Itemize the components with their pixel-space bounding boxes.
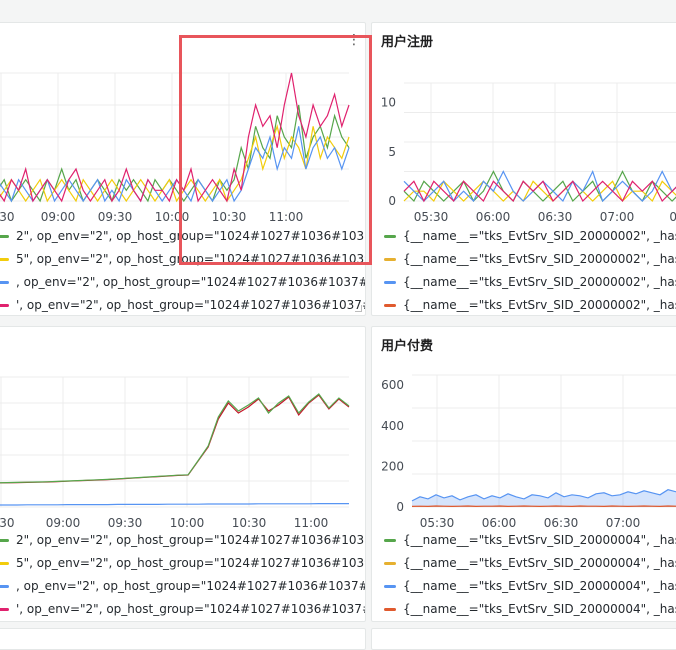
legend-swatch (0, 562, 9, 565)
legend-item[interactable]: , op_env="2", op_host_group="1024#1027#1… (0, 274, 366, 290)
legend-label: 2", op_env="2", op_host_group="1024#1027… (16, 533, 366, 547)
x-tick-label: 05:30 (414, 210, 449, 224)
chart-top-right: 05:30 06:00 06:30 07:00 07: 10 5 0 (372, 23, 676, 233)
panel-next-row-left (0, 628, 366, 650)
legend-label: , op_env="2", op_host_group="1024#1027#1… (16, 579, 366, 593)
legend-swatch (0, 304, 9, 307)
chart-top-left: 8:30 09:00 09:30 10:00 10:30 11:00 (0, 23, 365, 233)
legend-swatch (384, 539, 396, 542)
y-tick-label: 400 (381, 419, 404, 433)
legend-item[interactable]: {__name__="tks_EvtSrv_SID_20000004", _ha… (384, 532, 676, 548)
legend-swatch (384, 608, 396, 611)
legend-swatch (0, 281, 9, 284)
legend-label: ', op_env="2", op_host_group="1024#1027#… (16, 602, 366, 616)
legend-label: {__name__="tks_EvtSrv_SID_20000002", _ha… (403, 275, 676, 289)
x-tick-label: 06:30 (544, 516, 579, 530)
legend-item[interactable]: {__name__="tks_EvtSrv_SID_20000002", _ha… (384, 251, 676, 267)
x-tick-label: 05:30 (420, 516, 455, 530)
legend-swatch (0, 235, 9, 238)
legend-item[interactable]: 5", op_env="2", op_host_group="1024#1027… (0, 251, 366, 267)
x-tick-label: 06:00 (482, 516, 517, 530)
x-tick-label: 10:30 (212, 210, 247, 224)
legend-item[interactable]: , op_env="2", op_host_group="1024#1027#1… (0, 578, 366, 594)
legend-label: {__name__="tks_EvtSrv_SID_20000004", _ha… (403, 556, 676, 570)
legend-swatch (384, 562, 396, 565)
chart-bottom-right: 05:3006:0006:3007:0007:6004002000 (372, 327, 676, 537)
legend-label: , op_env="2", op_host_group="1024#1027#1… (16, 275, 366, 289)
legend-swatch (384, 281, 396, 284)
series-line (404, 172, 676, 202)
legend-item[interactable]: ', op_env="2", op_host_group="1024#1027#… (0, 601, 366, 617)
series-area (412, 489, 676, 507)
chart-bottom-left: 8:30 09:00 09:30 10:00 10:30 11:00 (0, 327, 365, 537)
legend-item[interactable]: ', op_env="2", op_host_group="1024#1027#… (0, 297, 366, 313)
series-line (0, 395, 349, 483)
legend-label: {__name__="tks_EvtSrv_SID_20000004", _ha… (403, 602, 676, 616)
x-tick-label: 10:00 (155, 210, 190, 224)
panel-bottom-left: 8:30 09:00 09:30 10:00 10:30 11:00 2", op_env… (0, 326, 366, 622)
series-line (404, 172, 676, 202)
y-tick-label: 5 (388, 145, 396, 159)
y-tick-label: 0 (388, 194, 396, 208)
y-tick-label: 10 (381, 96, 396, 110)
x-tick-label: 06:00 (476, 210, 511, 224)
x-tick-label: 09:00 (41, 210, 76, 224)
legend-swatch (0, 539, 9, 542)
legend-label: {__name__="tks_EvtSrv_SID_20000004", _ha… (403, 579, 676, 593)
legend-label: {__name__="tks_EvtSrv_SID_20000004", _ha… (403, 533, 676, 547)
legend-item[interactable]: 2", op_env="2", op_host_group="1024#1027… (0, 532, 366, 548)
legend-item[interactable]: {__name__="tks_EvtSrv_SID_20000002", _ha… (384, 297, 676, 313)
legend-item[interactable]: {__name__="tks_EvtSrv_SID_20000004", _ha… (384, 578, 676, 594)
x-tick-label: 11:00 (269, 210, 304, 224)
legend-label: {__name__="tks_EvtSrv_SID_20000002", _ha… (403, 298, 676, 312)
x-tick-label: 06:30 (538, 210, 573, 224)
legend-swatch (0, 258, 9, 261)
resize-handle[interactable] (355, 305, 362, 312)
x-tick-label: 07:00 (606, 516, 641, 530)
legend-item[interactable]: {__name__="tks_EvtSrv_SID_20000002", _ha… (384, 228, 676, 244)
panel-top-left: ⋮ 8:3009:0009:3010:0010:3011:00 2", op_e… (0, 22, 366, 316)
legend-swatch (384, 258, 396, 261)
x-tick-label: 07: (669, 210, 676, 224)
legend-item[interactable]: {__name__="tks_EvtSrv_SID_20000004", _ha… (384, 555, 676, 571)
y-tick-label: 600 (381, 378, 404, 392)
legend-label: {__name__="tks_EvtSrv_SID_20000002", _ha… (403, 229, 676, 243)
x-tick-label: 11:00 (294, 516, 329, 530)
x-tick-label: 09:30 (108, 516, 143, 530)
legend-label: ', op_env="2", op_host_group="1024#1027#… (16, 298, 366, 312)
series-line (0, 394, 349, 483)
x-tick-label: 8:30 (0, 516, 14, 530)
x-tick-label: 10:30 (232, 516, 267, 530)
legend-label: {__name__="tks_EvtSrv_SID_20000002", _ha… (403, 252, 676, 266)
x-tick-label: 09:30 (98, 210, 133, 224)
legend-swatch (0, 585, 9, 588)
x-tick-label: 07:00 (600, 210, 635, 224)
panel-top-right: 用户注册 05:3006:0006:3007:0007:1050 {__name… (371, 22, 676, 316)
legend-label: 5", op_env="2", op_host_group="1024#1027… (16, 252, 366, 266)
x-tick-label: 09:00 (46, 516, 81, 530)
x-tick-label: 10:00 (170, 516, 205, 530)
y-tick-label: 200 (381, 459, 404, 473)
legend-item[interactable]: 5", op_env="2", op_host_group="1024#1027… (0, 555, 366, 571)
series-line (0, 126, 349, 201)
legend-swatch (384, 304, 396, 307)
panel-bottom-right: 用户付费 05:3006:0006:3007:0007:6004002000 {… (371, 326, 676, 622)
legend-swatch (384, 585, 396, 588)
legend-swatch (384, 235, 396, 238)
panel-next-row-right (371, 628, 676, 650)
series-line (0, 504, 349, 505)
y-tick-label: 0 (396, 500, 404, 514)
legend-item[interactable]: {__name__="tks_EvtSrv_SID_20000004", _ha… (384, 601, 676, 617)
legend-swatch (0, 608, 9, 611)
legend-label: 2", op_env="2", op_host_group="1024#1027… (16, 229, 366, 243)
legend-item[interactable]: {__name__="tks_EvtSrv_SID_20000002", _ha… (384, 274, 676, 290)
legend-label: 5", op_env="2", op_host_group="1024#1027… (16, 556, 366, 570)
legend-item[interactable]: 2", op_env="2", op_host_group="1024#1027… (0, 228, 366, 244)
x-tick-label: 8:30 (0, 210, 14, 224)
